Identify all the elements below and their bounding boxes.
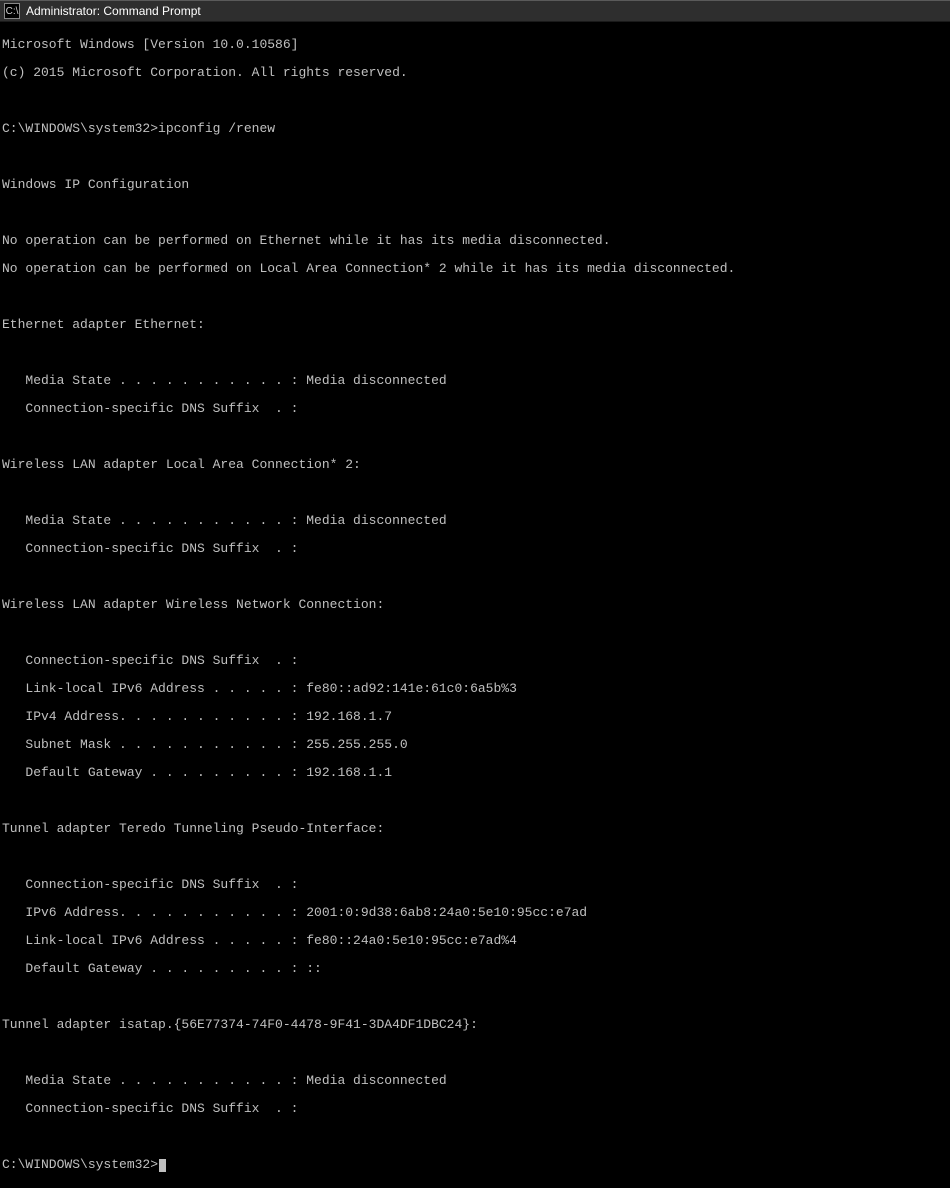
output-line: No operation can be performed on Etherne… <box>2 234 948 248</box>
blank-line <box>2 430 948 444</box>
output-line: No operation can be performed on Local A… <box>2 262 948 276</box>
output-line: Media State . . . . . . . . . . . : Medi… <box>2 374 948 388</box>
cmd-icon: C:\ <box>4 3 20 19</box>
output-header: Windows IP Configuration <box>2 178 948 192</box>
window-title: Administrator: Command Prompt <box>26 4 201 18</box>
blank-line <box>2 94 948 108</box>
output-line: Connection-specific DNS Suffix . : <box>2 654 948 668</box>
console-output[interactable]: Microsoft Windows [Version 10.0.10586] (… <box>0 22 950 1188</box>
output-line: Connection-specific DNS Suffix . : <box>2 542 948 556</box>
output-line: Media State . . . . . . . . . . . : Medi… <box>2 514 948 528</box>
output-line: Link-local IPv6 Address . . . . . : fe80… <box>2 934 948 948</box>
output-line: IPv6 Address. . . . . . . . . . . : 2001… <box>2 906 948 920</box>
text-cursor <box>159 1159 166 1172</box>
command-line: C:\WINDOWS\system32>ipconfig /renew <box>2 122 948 136</box>
adapter-title: Tunnel adapter Teredo Tunneling Pseudo-I… <box>2 822 948 836</box>
blank-line <box>2 570 948 584</box>
adapter-title: Wireless LAN adapter Local Area Connecti… <box>2 458 948 472</box>
output-line: Microsoft Windows [Version 10.0.10586] <box>2 38 948 52</box>
prompt: C:\WINDOWS\system32> <box>2 1157 158 1172</box>
blank-line <box>2 150 948 164</box>
output-line: Default Gateway . . . . . . . . . : 192.… <box>2 766 948 780</box>
blank-line <box>2 1046 948 1060</box>
blank-line <box>2 990 948 1004</box>
blank-line <box>2 794 948 808</box>
adapter-title: Wireless LAN adapter Wireless Network Co… <box>2 598 948 612</box>
output-line: Media State . . . . . . . . . . . : Medi… <box>2 1074 948 1088</box>
output-line: Connection-specific DNS Suffix . : <box>2 402 948 416</box>
active-prompt-line[interactable]: C:\WINDOWS\system32> <box>2 1158 948 1172</box>
window-titlebar[interactable]: C:\ Administrator: Command Prompt <box>0 0 950 22</box>
blank-line <box>2 626 948 640</box>
blank-line <box>2 206 948 220</box>
output-line: Link-local IPv6 Address . . . . . : fe80… <box>2 682 948 696</box>
blank-line <box>2 346 948 360</box>
blank-line <box>2 486 948 500</box>
output-line: Default Gateway . . . . . . . . . : :: <box>2 962 948 976</box>
output-line: Connection-specific DNS Suffix . : <box>2 1102 948 1116</box>
blank-line <box>2 1130 948 1144</box>
blank-line <box>2 850 948 864</box>
output-line: (c) 2015 Microsoft Corporation. All righ… <box>2 66 948 80</box>
typed-command: ipconfig /renew <box>158 121 275 136</box>
adapter-title: Ethernet adapter Ethernet: <box>2 318 948 332</box>
output-line: Subnet Mask . . . . . . . . . . . : 255.… <box>2 738 948 752</box>
output-line: IPv4 Address. . . . . . . . . . . : 192.… <box>2 710 948 724</box>
output-line: Connection-specific DNS Suffix . : <box>2 878 948 892</box>
blank-line <box>2 290 948 304</box>
prompt: C:\WINDOWS\system32> <box>2 121 158 136</box>
adapter-title: Tunnel adapter isatap.{56E77374-74F0-447… <box>2 1018 948 1032</box>
